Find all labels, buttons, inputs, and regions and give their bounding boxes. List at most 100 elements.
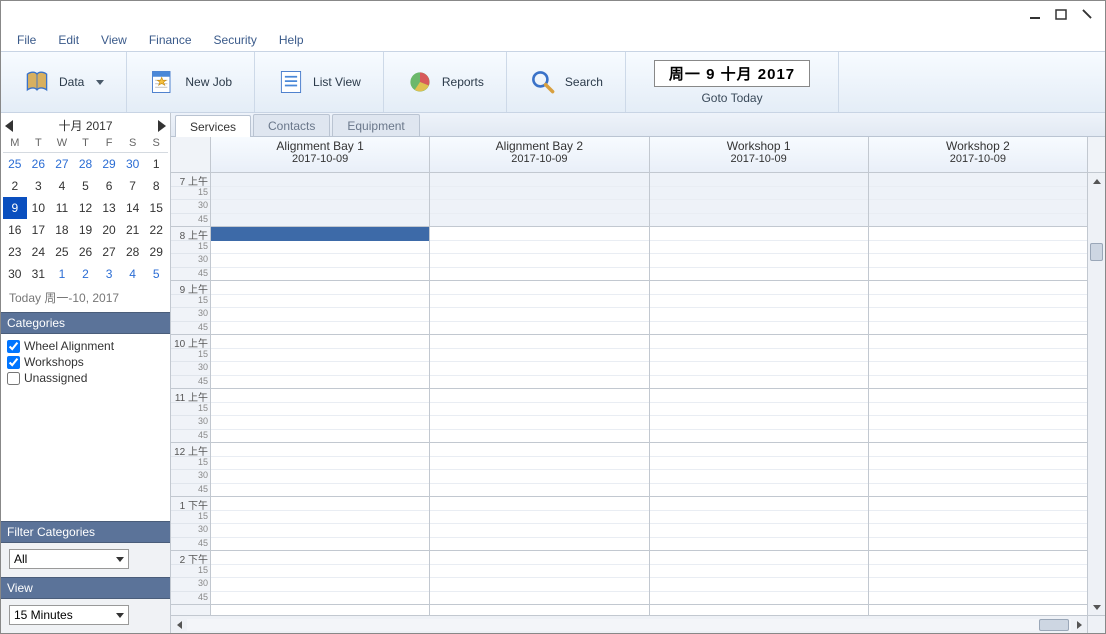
time-slot[interactable] — [211, 376, 429, 390]
time-slot[interactable] — [650, 241, 868, 255]
calendar-day-cell[interactable]: 2 — [74, 263, 98, 285]
time-slot[interactable] — [211, 268, 429, 282]
calendar-day-cell[interactable]: 31 — [27, 263, 51, 285]
calendar-day-cell[interactable]: 16 — [3, 219, 27, 241]
time-slot[interactable] — [869, 335, 1087, 349]
time-slot[interactable] — [430, 268, 648, 282]
scrollbar-thumb[interactable] — [1090, 243, 1103, 261]
time-slot[interactable] — [430, 200, 648, 214]
category-checkbox[interactable] — [7, 356, 20, 369]
time-slot[interactable] — [211, 295, 429, 309]
calendar-day-cell[interactable]: 12 — [74, 197, 98, 219]
time-slot[interactable] — [211, 403, 429, 417]
calendar-day-cell[interactable]: 26 — [74, 241, 98, 263]
data-button[interactable]: Data — [1, 52, 127, 112]
grid-column-header[interactable]: Alignment Bay 22017-10-09 — [430, 137, 649, 172]
time-slot[interactable] — [869, 362, 1087, 376]
calendar-day-cell[interactable]: 28 — [74, 153, 98, 175]
horizontal-scrollbar[interactable] — [171, 615, 1087, 633]
calendar-day-cell[interactable]: 1 — [144, 153, 168, 175]
time-slot[interactable] — [211, 308, 429, 322]
time-slot[interactable] — [430, 565, 648, 579]
filter-categories-combo[interactable]: All — [9, 549, 129, 569]
time-slot[interactable] — [869, 403, 1087, 417]
time-slot[interactable] — [430, 497, 648, 511]
time-slot[interactable] — [211, 497, 429, 511]
time-slot[interactable] — [869, 308, 1087, 322]
menu-item-edit[interactable]: Edit — [48, 31, 89, 49]
time-slot[interactable] — [430, 578, 648, 592]
time-slot[interactable] — [211, 443, 429, 457]
time-slot[interactable] — [650, 457, 868, 471]
goto-today-button[interactable]: 周一 9 十月 2017 Goto Today — [626, 52, 839, 112]
time-slot[interactable] — [211, 551, 429, 565]
category-checkbox[interactable] — [7, 372, 20, 385]
time-slot[interactable] — [650, 227, 868, 241]
time-slot[interactable] — [869, 389, 1087, 403]
reports-button[interactable]: Reports — [384, 52, 507, 112]
calendar-next-icon[interactable] — [158, 120, 166, 132]
time-slot[interactable] — [430, 470, 648, 484]
time-slot[interactable] — [430, 241, 648, 255]
maximize-button[interactable] — [1049, 5, 1073, 23]
calendar-day-cell[interactable]: 28 — [121, 241, 145, 263]
time-slot[interactable] — [430, 349, 648, 363]
time-slot[interactable] — [430, 430, 648, 444]
grid-column[interactable] — [650, 173, 869, 615]
time-slot[interactable] — [869, 268, 1087, 282]
calendar-day-cell[interactable]: 8 — [144, 175, 168, 197]
time-slot[interactable] — [650, 349, 868, 363]
time-slot[interactable] — [650, 362, 868, 376]
time-slot[interactable] — [869, 443, 1087, 457]
calendar-day-cell[interactable]: 18 — [50, 219, 74, 241]
scroll-right-icon[interactable] — [1071, 621, 1087, 629]
time-slot[interactable] — [650, 295, 868, 309]
calendar-day-cell[interactable]: 3 — [97, 263, 121, 285]
calendar-day-cell[interactable]: 6 — [97, 175, 121, 197]
time-slot[interactable] — [211, 524, 429, 538]
time-slot[interactable] — [430, 173, 648, 187]
time-slot[interactable] — [211, 200, 429, 214]
time-slot[interactable] — [650, 443, 868, 457]
grid-column-header[interactable]: Alignment Bay 12017-10-09 — [211, 137, 430, 172]
time-slot[interactable] — [869, 457, 1087, 471]
time-slot[interactable] — [430, 511, 648, 525]
time-slot[interactable] — [650, 322, 868, 336]
time-slot[interactable] — [211, 349, 429, 363]
time-slot[interactable] — [869, 322, 1087, 336]
time-slot[interactable] — [211, 592, 429, 606]
scroll-down-icon[interactable] — [1088, 599, 1105, 615]
menu-item-file[interactable]: File — [7, 31, 46, 49]
time-slot[interactable] — [650, 497, 868, 511]
tab-equipment[interactable]: Equipment — [332, 114, 419, 136]
list-view-button[interactable]: List View — [255, 52, 384, 112]
time-slot[interactable] — [211, 578, 429, 592]
grid-column-header[interactable]: Workshop 22017-10-09 — [869, 137, 1087, 172]
time-slot[interactable] — [650, 173, 868, 187]
time-slot[interactable] — [211, 430, 429, 444]
calendar-prev-icon[interactable] — [5, 120, 13, 132]
time-slot[interactable] — [211, 565, 429, 579]
grid-columns[interactable] — [211, 173, 1087, 615]
time-slot[interactable] — [650, 565, 868, 579]
time-slot[interactable] — [869, 376, 1087, 390]
time-slot[interactable] — [650, 592, 868, 606]
calendar-day-cell[interactable]: 5 — [74, 175, 98, 197]
grid-column[interactable] — [869, 173, 1087, 615]
time-slot[interactable] — [211, 241, 429, 255]
new-job-button[interactable]: New Job — [127, 52, 255, 112]
time-slot[interactable] — [430, 335, 648, 349]
calendar-day-cell[interactable]: 20 — [97, 219, 121, 241]
time-slot[interactable] — [650, 200, 868, 214]
menu-item-help[interactable]: Help — [269, 31, 314, 49]
calendar-day-cell[interactable]: 27 — [50, 153, 74, 175]
calendar-day-cell[interactable]: 29 — [144, 241, 168, 263]
time-slot[interactable] — [430, 254, 648, 268]
time-slot[interactable] — [650, 551, 868, 565]
time-slot[interactable] — [650, 524, 868, 538]
time-slot[interactable] — [869, 200, 1087, 214]
time-slot[interactable] — [430, 322, 648, 336]
search-button[interactable]: Search — [507, 52, 626, 112]
time-slot[interactable] — [211, 416, 429, 430]
time-slot[interactable] — [430, 376, 648, 390]
